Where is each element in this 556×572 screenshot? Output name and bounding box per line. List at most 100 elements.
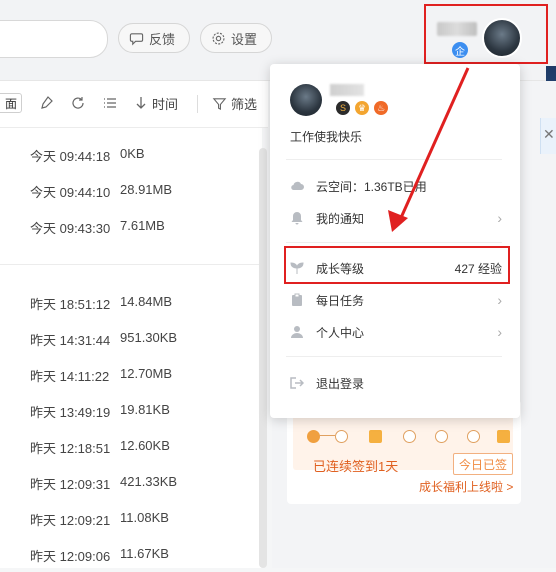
- divider: [286, 242, 502, 243]
- crown-badge: ♛: [355, 101, 369, 115]
- view-mode-button[interactable]: 面: [0, 93, 22, 113]
- cloud-space-label: 云空间：1.36TB已用: [316, 179, 427, 194]
- file-time: 昨天 12:18:51: [30, 441, 111, 456]
- clean-button[interactable]: [38, 91, 54, 115]
- file-time: 今天 09:44:18: [30, 149, 111, 164]
- file-size: 28.91MB: [120, 182, 173, 197]
- file-toolbar: 面 时间 筛选: [0, 81, 268, 128]
- file-size: 12.60KB: [120, 438, 170, 453]
- gear-icon: [212, 31, 225, 45]
- chevron-right-icon: ›: [497, 292, 502, 308]
- user-highlight-box: [424, 4, 548, 64]
- file-time: 昨天 13:49:19: [30, 405, 111, 420]
- divider: [286, 159, 502, 160]
- list-item[interactable]: 今天 09:43:30 7.61MB: [0, 208, 262, 244]
- daily-tasks-item[interactable]: 每日任务 ›: [286, 285, 502, 315]
- day-dot: [335, 430, 348, 443]
- streak-text: 已连续签到1天: [313, 459, 399, 474]
- feedback-label: 反馈: [149, 31, 176, 47]
- profile-center-label: 个人中心: [316, 325, 365, 340]
- list-item[interactable]: 昨天 12:09:06 11.67KB: [0, 536, 262, 572]
- list-item[interactable]: 昨天 12:09:31 421.33KB: [0, 464, 262, 500]
- list-scrollbar[interactable]: [259, 148, 267, 568]
- growth-highlight-box: [284, 246, 510, 284]
- bell-icon: [290, 211, 304, 225]
- dropdown-username-blurred: [330, 84, 364, 96]
- file-time: 昨天 14:31:44: [30, 333, 111, 348]
- person-icon: [290, 325, 304, 339]
- sort-time-label: 时间: [152, 96, 179, 112]
- chat-bubble-icon: [129, 32, 144, 45]
- file-time: 今天 09:43:30: [30, 221, 111, 236]
- list-item[interactable]: 昨天 14:31:44 951.30KB: [0, 320, 262, 356]
- signed-today-button[interactable]: 今日已签: [453, 453, 513, 475]
- file-time: 今天 09:44:10: [30, 185, 111, 200]
- file-size: 11.67KB: [120, 546, 169, 561]
- file-time: 昨天 14:11:22: [30, 369, 110, 384]
- file-time: 昨天 12:09:06: [30, 549, 111, 564]
- settings-label: 设置: [231, 31, 258, 47]
- list-item[interactable]: 昨天 13:49:19 19.81KB: [0, 392, 262, 428]
- gift-icon: [497, 430, 510, 443]
- file-size: 12.70MB: [120, 366, 173, 381]
- notifications-label: 我的通知: [316, 211, 365, 226]
- day-dot: [307, 430, 320, 443]
- user-signature: 工作使我快乐: [290, 130, 363, 144]
- day-dot: [467, 430, 480, 443]
- user-dropdown: S ♛ ♨ 工作使我快乐 云空间：1.36TB已用 我的通知 › 成长等级 42…: [270, 64, 520, 418]
- dot-line: [319, 435, 335, 436]
- logout-item[interactable]: 退出登录: [286, 368, 502, 398]
- list-item[interactable]: 昨天 14:11:22 12.70MB: [0, 356, 262, 392]
- fire-badge: ♨: [374, 101, 388, 115]
- daily-tasks-label: 每日任务: [316, 293, 365, 308]
- growth-benefit-link[interactable]: 成长福利上线啦 >: [419, 478, 513, 495]
- arrow-down-icon: [136, 97, 146, 109]
- file-size: 19.81KB: [120, 402, 170, 417]
- list-item[interactable]: 昨天 18:51:12 14.84MB: [0, 284, 262, 320]
- toolbar-divider: [197, 95, 198, 113]
- chevron-right-icon: ›: [497, 324, 502, 340]
- gift-icon: [369, 430, 382, 443]
- file-size: 14.84MB: [120, 294, 173, 309]
- checkin-dots: [307, 430, 510, 444]
- filter-label: 筛选: [231, 96, 258, 112]
- file-size: 421.33KB: [120, 474, 178, 489]
- refresh-button[interactable]: [70, 91, 86, 115]
- file-size: 7.61MB: [120, 218, 165, 233]
- logout-label: 退出登录: [316, 376, 365, 391]
- file-size: 951.30KB: [120, 330, 178, 345]
- notifications-item[interactable]: 我的通知 ›: [286, 203, 502, 233]
- file-time: 昨天 18:51:12: [30, 297, 111, 312]
- feedback-button[interactable]: 反馈: [118, 23, 190, 53]
- s-level-badge: S: [336, 101, 350, 115]
- funnel-icon: [212, 97, 227, 110]
- file-list: 今天 09:44:18 0KB 今天 09:44:10 28.91MB 今天 09:…: [0, 128, 262, 568]
- list-item[interactable]: 今天 09:44:10 28.91MB: [0, 172, 262, 208]
- divider: [286, 356, 502, 357]
- clipboard-icon: [290, 293, 304, 307]
- day-dot: [435, 430, 448, 443]
- day-dot: [403, 430, 416, 443]
- settings-button[interactable]: 设置: [200, 23, 272, 53]
- list-icon: [104, 98, 116, 108]
- group-divider: [0, 264, 262, 265]
- checkin-progress: 已连续签到1天 今日已签: [293, 412, 513, 475]
- list-item[interactable]: 昨天 12:09:21 11.08KB: [0, 500, 262, 536]
- list-item[interactable]: 今天 09:44:18 0KB: [0, 136, 262, 172]
- close-icon: ✕: [543, 126, 555, 142]
- profile-center-item[interactable]: 个人中心 ›: [286, 317, 502, 347]
- filter-button[interactable]: 筛选: [212, 91, 257, 115]
- file-size: 0KB: [120, 146, 145, 161]
- chevron-right-icon: ›: [497, 210, 502, 226]
- side-collapse-tab[interactable]: ✕: [540, 118, 556, 154]
- refresh-icon: [72, 97, 84, 109]
- cloud-space-item: 云空间：1.36TB已用: [286, 171, 502, 201]
- search-input[interactable]: [0, 20, 108, 58]
- logout-icon: [290, 376, 304, 390]
- brush-icon: [41, 96, 53, 109]
- file-time: 昨天 12:09:31: [30, 477, 111, 492]
- sort-time-button[interactable]: 时间: [134, 91, 178, 115]
- cloud-icon: [290, 179, 304, 193]
- list-item[interactable]: 昨天 12:18:51 12.60KB: [0, 428, 262, 464]
- list-view-button[interactable]: [102, 91, 118, 115]
